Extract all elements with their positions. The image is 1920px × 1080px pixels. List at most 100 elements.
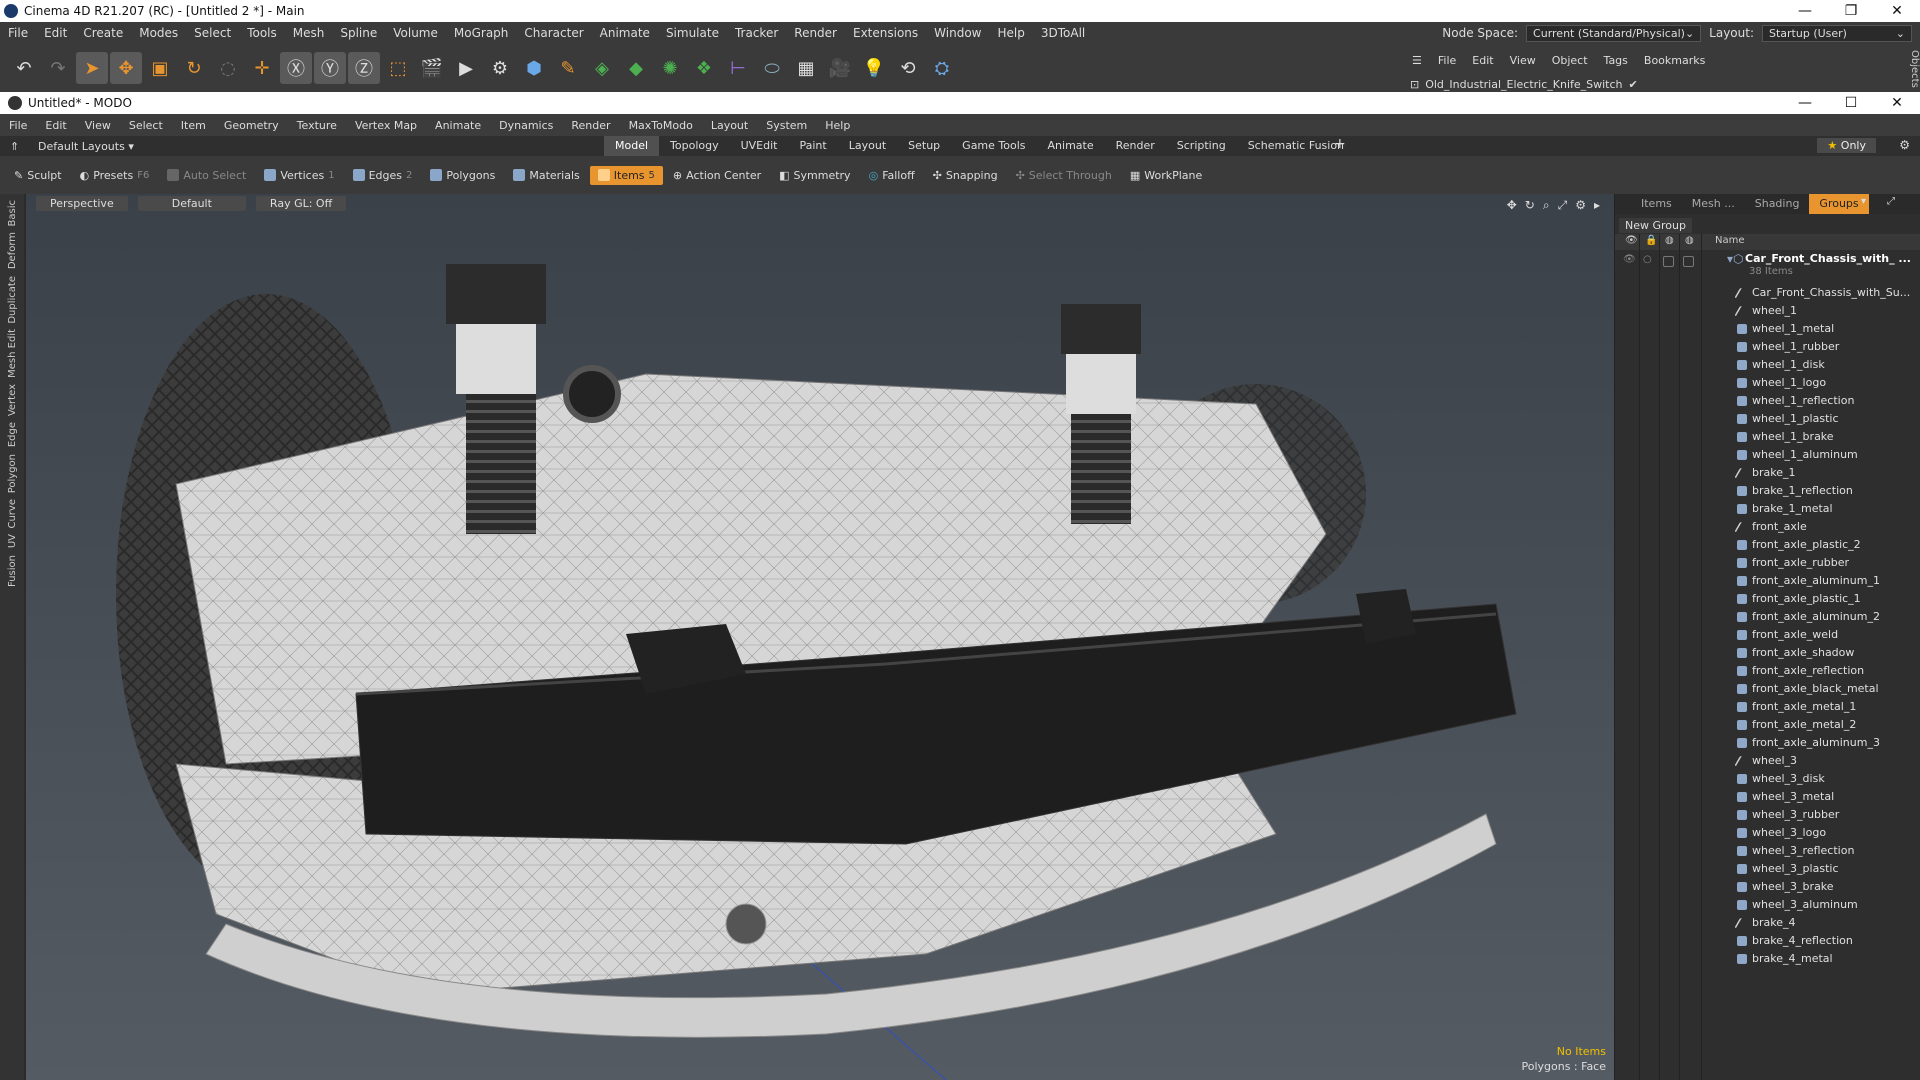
camera-icon[interactable]: 🎥 xyxy=(824,52,856,84)
list-item[interactable]: front_axle_plastic_1 xyxy=(1615,590,1920,608)
list-item[interactable]: wheel_3_rubber xyxy=(1615,806,1920,824)
c4d-menu-item[interactable]: Help xyxy=(990,26,1033,40)
list-item[interactable]: wheel_1_disk xyxy=(1615,356,1920,374)
modo-menu-item[interactable]: Select xyxy=(120,119,172,132)
c4d-menu-item[interactable]: File xyxy=(0,26,36,40)
add-icon[interactable]: ✛ xyxy=(246,52,278,84)
default-layouts-dropdown[interactable]: Default Layouts ▾ xyxy=(0,140,140,153)
workspace-tab[interactable]: UVEdit xyxy=(730,136,789,156)
workspace-tab[interactable]: Layout xyxy=(838,136,897,156)
node-space-combo[interactable]: Current (Standard/Physical) ⌄ xyxy=(1526,24,1702,42)
modo-menu-item[interactable]: View xyxy=(76,119,120,132)
list-item[interactable]: front_axle_black_metal xyxy=(1615,680,1920,698)
list-item[interactable]: wheel_1 xyxy=(1615,302,1920,320)
modo-menu-item[interactable]: Help xyxy=(816,119,859,132)
modo-menu-item[interactable]: Edit xyxy=(36,119,75,132)
lock-icon[interactable]: ○ xyxy=(1643,254,1652,265)
object-menu-item[interactable]: Bookmarks xyxy=(1644,54,1705,67)
workspace-tab[interactable]: Paint xyxy=(789,136,838,156)
tool-category-tab[interactable]: Deform xyxy=(7,232,18,269)
cloner-icon[interactable]: ✺ xyxy=(654,52,686,84)
modo-menu-item[interactable]: Layout xyxy=(702,119,757,132)
object-menu-item[interactable]: Edit xyxy=(1472,54,1493,67)
list-item[interactable]: wheel_3_plastic xyxy=(1615,860,1920,878)
undo-icon[interactable]: ↶ xyxy=(8,52,40,84)
object-entry[interactable]: ⊡ Old_Industrial_Electric_Knife_Switch ✔ xyxy=(1410,78,1638,91)
lock-icon[interactable]: 🔒 xyxy=(1645,235,1657,246)
c4d-menu-item[interactable]: Extensions xyxy=(845,26,926,40)
add-tab-icon[interactable]: + xyxy=(1334,136,1346,152)
tool-category-tab[interactable]: UV xyxy=(7,534,18,548)
materials-button[interactable]: Materials xyxy=(505,166,587,185)
subdivision-icon[interactable]: ◈ xyxy=(586,52,618,84)
list-item[interactable]: wheel_3_reflection xyxy=(1615,842,1920,860)
cube-icon[interactable]: ⬢ xyxy=(518,52,550,84)
floor-icon[interactable]: ▦ xyxy=(790,52,822,84)
extrude-icon[interactable]: ◆ xyxy=(620,52,652,84)
list-item[interactable]: brake_1_reflection xyxy=(1615,482,1920,500)
tool-category-tab[interactable]: Mesh Edit xyxy=(7,329,18,378)
modo-menu-item[interactable]: Animate xyxy=(426,119,490,132)
light-icon[interactable]: 💡 xyxy=(858,52,890,84)
presets-button[interactable]: ◐ Presets F6 xyxy=(72,166,158,185)
eye-icon[interactable]: 👁 xyxy=(1623,254,1636,265)
panel-tab[interactable]: Groups xyxy=(1809,194,1869,214)
object-menu-item[interactable]: Tags xyxy=(1604,54,1628,67)
modo-menu-item[interactable]: Dynamics xyxy=(490,119,562,132)
list-item[interactable]: wheel_1_metal xyxy=(1615,320,1920,338)
c4d-menu-item[interactable]: Tools xyxy=(239,26,285,40)
move-icon[interactable]: ✥ xyxy=(110,52,142,84)
c4d-menu-item[interactable]: Animate xyxy=(592,26,658,40)
hamburger-icon[interactable]: ☰ xyxy=(1412,54,1422,67)
redo-icon[interactable]: ↷ xyxy=(42,52,74,84)
c4d-menu-item[interactable]: Create xyxy=(75,26,131,40)
list-item[interactable]: wheel_3_disk xyxy=(1615,770,1920,788)
panel-tab[interactable]: Shading xyxy=(1745,194,1810,214)
modo-menu-item[interactable]: System xyxy=(757,119,816,132)
deformer-icon[interactable]: ⊢ xyxy=(722,52,754,84)
workspace-tab[interactable]: Animate xyxy=(1037,136,1105,156)
list-item[interactable]: front_axle_metal_2 xyxy=(1615,716,1920,734)
modo-menu-item[interactable]: Geometry xyxy=(215,119,288,132)
falloff-button[interactable]: ◎ Falloff xyxy=(861,166,923,185)
layout-pin-icon[interactable]: ⇑ xyxy=(10,140,19,153)
workspace-tab[interactable]: Scripting xyxy=(1166,136,1237,156)
symmetry-button[interactable]: ◧ Symmetry xyxy=(771,166,858,185)
c4d-menu-item[interactable]: Spline xyxy=(332,26,385,40)
workspace-tab[interactable]: Render xyxy=(1105,136,1166,156)
list-item[interactable]: front_axle_aluminum_2 xyxy=(1615,608,1920,626)
objects-side-tab[interactable]: Objects xyxy=(1902,44,1920,94)
object-menu-item[interactable]: View xyxy=(1510,54,1536,67)
render-checkbox[interactable] xyxy=(1663,256,1674,267)
c4d-menu-item[interactable]: MoGraph xyxy=(446,26,517,40)
panel-tab[interactable]: Mesh ... xyxy=(1682,194,1745,214)
c4d-menu-item[interactable]: Edit xyxy=(36,26,75,40)
select-through-button[interactable]: ✣ Select Through xyxy=(1008,166,1120,185)
render-settings-icon[interactable]: ⚙ xyxy=(484,52,516,84)
y-axis-icon[interactable]: Ⓨ xyxy=(314,52,346,84)
c4d-menu-item[interactable]: Mesh xyxy=(285,26,333,40)
c4d-menu-item[interactable]: Render xyxy=(786,26,845,40)
z-axis-icon[interactable]: Ⓩ xyxy=(348,52,380,84)
c4d-menu-item[interactable]: Tracker xyxy=(727,26,786,40)
snapping-button[interactable]: ✣ Snapping xyxy=(925,166,1006,185)
list-item[interactable]: front_axle xyxy=(1615,518,1920,536)
modo-menu-item[interactable]: Vertex Map xyxy=(346,119,426,132)
list-item[interactable]: front_axle_metal_1 xyxy=(1615,698,1920,716)
render-icon[interactable]: ▶ xyxy=(450,52,482,84)
layout-combo[interactable]: Startup (User) ⌄ xyxy=(1762,24,1912,42)
list-item[interactable]: wheel_1_plastic xyxy=(1615,410,1920,428)
auto-select-button[interactable]: Auto Select xyxy=(159,166,254,185)
tool-category-tab[interactable]: Edge xyxy=(7,422,18,447)
tool-category-tab[interactable]: Fusion xyxy=(7,555,18,587)
close-icon[interactable]: ✕ xyxy=(1874,3,1920,19)
tool-category-tab[interactable]: Vertex xyxy=(7,384,18,416)
list-item[interactable]: brake_1 xyxy=(1615,464,1920,482)
3d-viewport[interactable]: Perspective Default Ray GL: Off ✥ ↻ ⌕ ⤢ … xyxy=(26,194,1616,1080)
items-button[interactable]: Items 5 xyxy=(589,165,663,185)
list-item[interactable]: front_axle_weld xyxy=(1615,626,1920,644)
modo-menu-item[interactable]: Render xyxy=(562,119,619,132)
object-menu-item[interactable]: Object xyxy=(1552,54,1588,67)
c4d-menu-item[interactable]: Window xyxy=(926,26,989,40)
list-item[interactable]: brake_4_reflection xyxy=(1615,932,1920,950)
